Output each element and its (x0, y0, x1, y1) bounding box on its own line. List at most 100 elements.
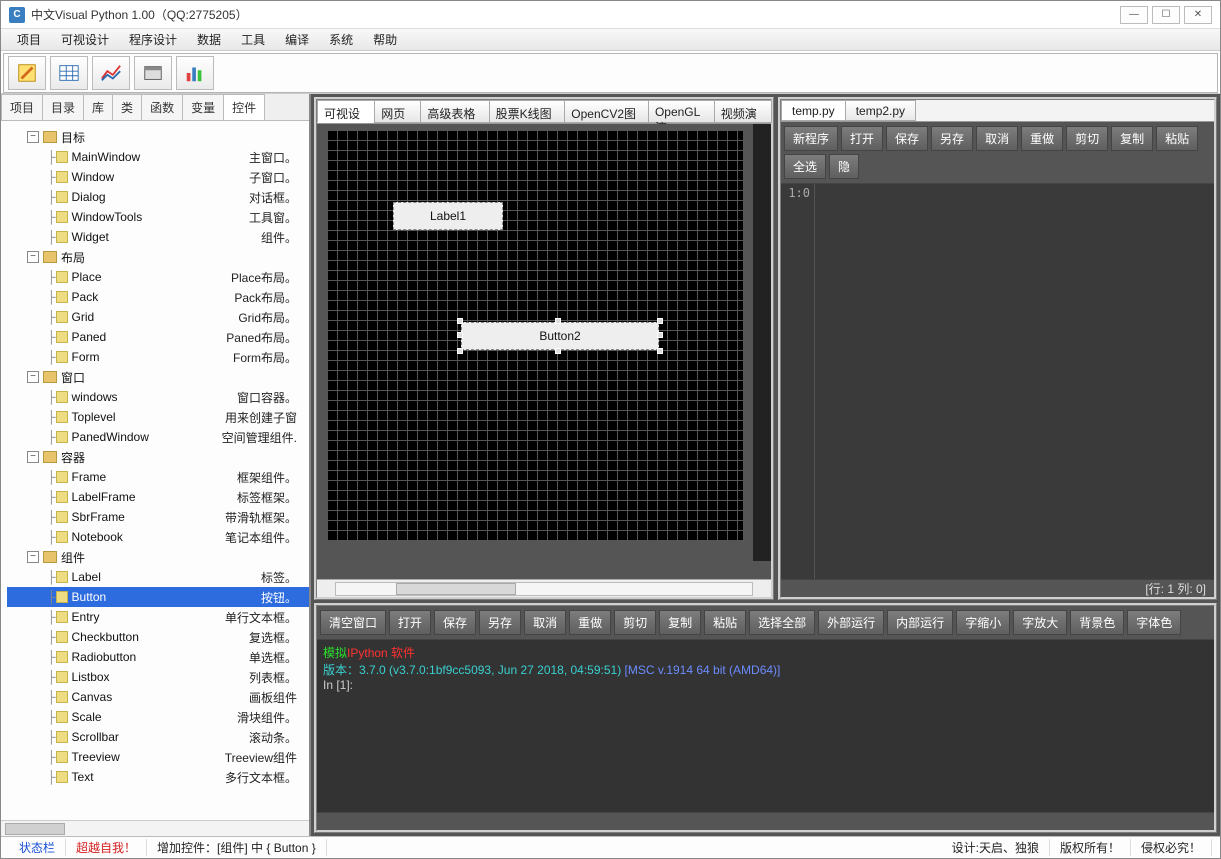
code-btn-7[interactable]: 复制 (1111, 126, 1153, 151)
tree-item-windows[interactable]: ├windows窗口容器。 (7, 387, 309, 407)
tree-group-目标[interactable]: −目标 (7, 127, 309, 147)
console-btn-2[interactable]: 保存 (434, 610, 476, 635)
console-btn-10[interactable]: 外部运行 (818, 610, 884, 635)
design-tab-6[interactable]: 视频演示 (714, 100, 772, 123)
toolbar-icon-barchart[interactable] (176, 56, 214, 90)
console-btn-7[interactable]: 复制 (659, 610, 701, 635)
tree-group-窗口[interactable]: −窗口 (7, 367, 309, 387)
tree-item-Listbox[interactable]: ├Listbox列表框。 (7, 667, 309, 687)
console-btn-8[interactable]: 粘贴 (704, 610, 746, 635)
tree-item-Text[interactable]: ├Text多行文本框。 (7, 767, 309, 787)
toolbar-icon-linechart[interactable] (92, 56, 130, 90)
design-widget-button2[interactable]: Button2 (461, 322, 659, 350)
collapse-icon[interactable]: − (27, 451, 39, 463)
design-tab-5[interactable]: OpenGL演 (648, 100, 715, 123)
collapse-icon[interactable]: − (27, 371, 39, 383)
tree-item-LabelFrame[interactable]: ├LabelFrame标签框架。 (7, 487, 309, 507)
console-hscrollbar[interactable] (317, 812, 1214, 830)
toolbar-icon-window[interactable] (134, 56, 172, 90)
tree-item-Entry[interactable]: ├Entry单行文本框。 (7, 607, 309, 627)
tree-item-Pack[interactable]: ├PackPack布局。 (7, 287, 309, 307)
code-btn-10[interactable]: 隐 (829, 154, 859, 179)
tree-item-Toplevel[interactable]: ├Toplevel用来创建子窗 (7, 407, 309, 427)
left-hscrollbar[interactable] (1, 820, 309, 836)
design-tab-3[interactable]: 股票K线图演 (489, 100, 566, 123)
design-canvas[interactable]: Label1 Button2 (327, 130, 743, 540)
console-btn-6[interactable]: 剪切 (614, 610, 656, 635)
tree-item-Radiobutton[interactable]: ├Radiobutton单选框。 (7, 647, 309, 667)
code-btn-1[interactable]: 打开 (841, 126, 883, 151)
console-btn-3[interactable]: 另存 (479, 610, 521, 635)
console-btn-13[interactable]: 字放大 (1013, 610, 1067, 635)
code-btn-5[interactable]: 重做 (1021, 126, 1063, 151)
menu-7[interactable]: 帮助 (363, 29, 407, 50)
console-btn-4[interactable]: 取消 (524, 610, 566, 635)
left-tab-2[interactable]: 库 (83, 94, 113, 120)
console-output[interactable]: 模拟IPython 软件 版本：3.7.0 (v3.7.0:1bf9cc5093… (317, 640, 1214, 812)
tree-group-容器[interactable]: −容器 (7, 447, 309, 467)
design-tab-0[interactable]: 可视设计 (317, 100, 375, 123)
console-btn-1[interactable]: 打开 (389, 610, 431, 635)
code-btn-8[interactable]: 粘贴 (1156, 126, 1198, 151)
tree-item-Label[interactable]: ├Label标签。 (7, 567, 309, 587)
collapse-icon[interactable]: − (27, 251, 39, 263)
menu-3[interactable]: 数据 (187, 29, 231, 50)
design-tab-1[interactable]: 网页演 (374, 100, 421, 123)
file-tab-1[interactable]: temp2.py (845, 100, 916, 121)
menu-1[interactable]: 可视设计 (51, 29, 119, 50)
left-tab-3[interactable]: 类 (112, 94, 142, 120)
console-btn-12[interactable]: 字缩小 (956, 610, 1010, 635)
menu-0[interactable]: 项目 (7, 29, 51, 50)
design-vscrollbar[interactable] (753, 124, 771, 561)
tree-item-Place[interactable]: ├PlacePlace布局。 (7, 267, 309, 287)
console-btn-14[interactable]: 背景色 (1070, 610, 1124, 635)
menu-2[interactable]: 程序设计 (119, 29, 187, 50)
tree-group-布局[interactable]: −布局 (7, 247, 309, 267)
menu-5[interactable]: 编译 (275, 29, 319, 50)
design-hscrollbar[interactable] (317, 579, 771, 597)
toolbar-icon-table[interactable] (50, 56, 88, 90)
code-editor[interactable] (815, 184, 1214, 579)
close-button[interactable]: ✕ (1184, 6, 1212, 24)
code-btn-0[interactable]: 新程序 (784, 126, 838, 151)
code-btn-3[interactable]: 另存 (931, 126, 973, 151)
tree-item-MainWindow[interactable]: ├MainWindow主窗口。 (7, 147, 309, 167)
console-btn-15[interactable]: 字体色 (1127, 610, 1181, 635)
tree-item-Dialog[interactable]: ├Dialog对话框。 (7, 187, 309, 207)
tree-item-Widget[interactable]: ├Widget组件。 (7, 227, 309, 247)
tree-item-SbrFrame[interactable]: ├SbrFrame带滑轨框架。 (7, 507, 309, 527)
maximize-button[interactable]: ☐ (1152, 6, 1180, 24)
tree-item-Frame[interactable]: ├Frame框架组件。 (7, 467, 309, 487)
left-tab-4[interactable]: 函数 (141, 94, 183, 120)
tree-item-Form[interactable]: ├FormForm布局。 (7, 347, 309, 367)
design-tab-4[interactable]: OpenCV2图演 (564, 100, 649, 123)
tree-group-组件[interactable]: −组件 (7, 547, 309, 567)
left-tab-1[interactable]: 目录 (42, 94, 84, 120)
console-btn-9[interactable]: 选择全部 (749, 610, 815, 635)
tree-item-Notebook[interactable]: ├Notebook笔记本组件。 (7, 527, 309, 547)
tree-item-Treeview[interactable]: ├TreeviewTreeview组件 (7, 747, 309, 767)
left-tab-0[interactable]: 项目 (1, 94, 43, 120)
tree-item-Paned[interactable]: ├PanedPaned布局。 (7, 327, 309, 347)
left-tab-5[interactable]: 变量 (182, 94, 224, 120)
file-tab-0[interactable]: temp.py (781, 100, 846, 121)
minimize-button[interactable]: — (1120, 6, 1148, 24)
tree-item-PanedWindow[interactable]: ├PanedWindow空间管理组件. (7, 427, 309, 447)
tree-item-Window[interactable]: ├Window子窗口。 (7, 167, 309, 187)
toolbar-icon-edit[interactable] (8, 56, 46, 90)
tree-item-Canvas[interactable]: ├Canvas画板组件 (7, 687, 309, 707)
widget-tree[interactable]: −目标├MainWindow主窗口。├Window子窗口。├Dialog对话框。… (1, 121, 309, 820)
console-btn-11[interactable]: 内部运行 (887, 610, 953, 635)
tree-item-Scale[interactable]: ├Scale滑块组件。 (7, 707, 309, 727)
scroll-thumb[interactable] (396, 583, 516, 595)
code-btn-6[interactable]: 剪切 (1066, 126, 1108, 151)
console-btn-5[interactable]: 重做 (569, 610, 611, 635)
tree-item-WindowTools[interactable]: ├WindowTools工具窗。 (7, 207, 309, 227)
code-btn-4[interactable]: 取消 (976, 126, 1018, 151)
collapse-icon[interactable]: − (27, 551, 39, 563)
tree-item-Scrollbar[interactable]: ├Scrollbar滚动条。 (7, 727, 309, 747)
menu-6[interactable]: 系统 (319, 29, 363, 50)
left-tab-6[interactable]: 控件 (223, 94, 265, 120)
code-btn-9[interactable]: 全选 (784, 154, 826, 179)
menu-4[interactable]: 工具 (231, 29, 275, 50)
